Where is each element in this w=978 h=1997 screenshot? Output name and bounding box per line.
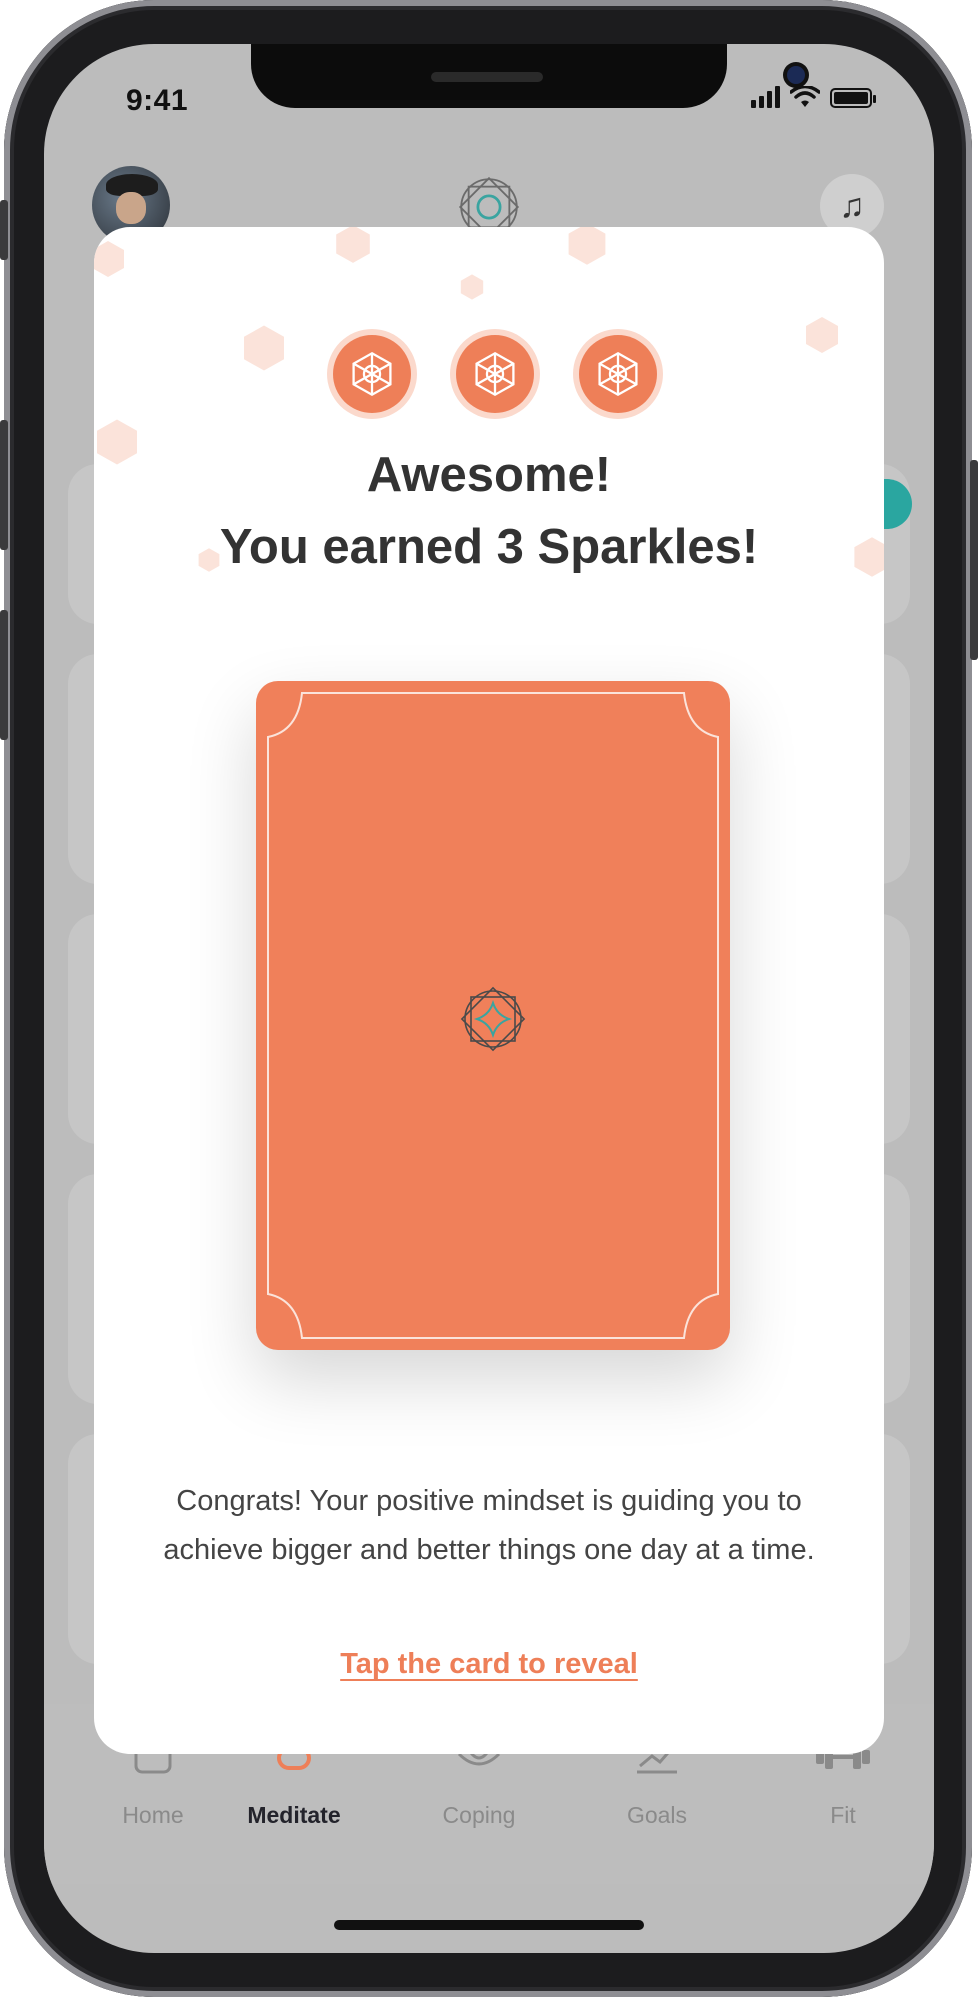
side-button-power [970,460,978,660]
sparkle-icon [475,351,515,397]
confetti-sparkle-icon [336,227,370,263]
confetti-sparkle-icon [244,325,284,371]
confetti-sparkle-icon [568,227,606,265]
status-icons [751,86,876,108]
home-indicator [334,1920,644,1930]
reward-modal: Awesome! You earned 3 Sparkles! Congrats… [94,227,884,1754]
side-button-volume-up [0,420,8,550]
tab-goals[interactable]: Goals [577,1802,737,1829]
reward-card[interactable] [256,681,730,1350]
modal-title-line-2: You earned 3 Sparkles! [219,520,759,574]
music-note-icon: ♫ [839,186,865,225]
tap-to-reveal-link[interactable]: Tap the card to reveal [94,1648,884,1681]
tab-home[interactable]: Home [73,1802,233,1829]
sparkle-badge [579,335,657,413]
congrats-message: Congrats! Your positive mindset is guidi… [163,1485,815,1566]
battery-icon [830,88,876,108]
notch [251,44,805,108]
status-time: 9:41 [126,84,189,117]
side-button-silent [0,200,8,260]
tab-fit[interactable]: Fit [763,1802,923,1829]
phone-screen: 9:41 ♫ Home Meditate Coping Goals Fit Aw… [44,44,934,1953]
front-camera [787,66,805,84]
sparkle-icon [598,351,638,397]
wifi-icon [790,86,820,107]
speaker [431,72,543,82]
cellular-signal-icon [751,86,780,108]
side-button-volume-down [0,610,8,740]
confetti-sparkle-icon [94,241,124,277]
confetti-sparkle-icon [806,317,838,353]
modal-title-line-1: Awesome! [366,448,612,502]
tab-meditate[interactable]: Meditate [214,1802,374,1829]
mandala-emblem-icon [460,986,526,1052]
sparkle-badge [456,335,534,413]
tab-coping[interactable]: Coping [399,1802,559,1829]
sparkle-icon [352,351,392,397]
sparkle-badge [333,335,411,413]
confetti-sparkle-icon [460,274,484,300]
